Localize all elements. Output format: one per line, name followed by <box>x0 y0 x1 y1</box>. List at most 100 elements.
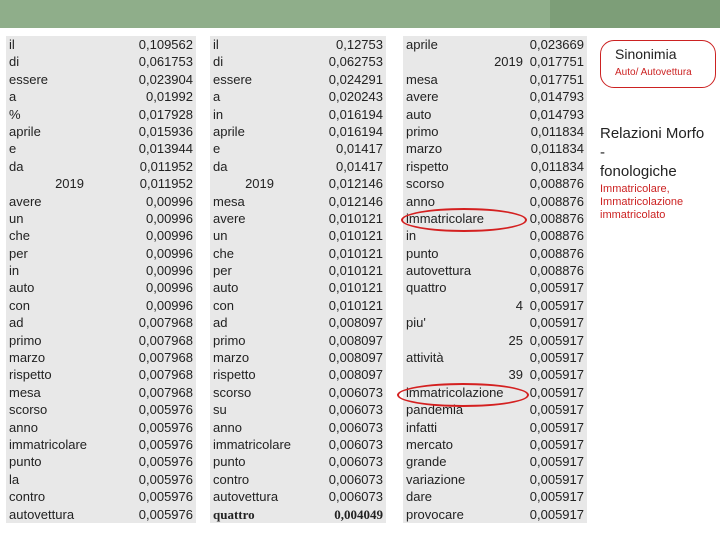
highlight-oval-immatricolare <box>401 208 527 232</box>
word-cell: anno <box>9 419 38 435</box>
value-cell: 0,00996 <box>146 228 193 244</box>
value-cell: 0,013944 <box>138 141 193 157</box>
word-cell: e <box>213 141 221 157</box>
table-row: primo 0,008097 <box>210 332 386 349</box>
table-row: da 0,01417 <box>210 158 386 175</box>
word-cell: punto <box>406 245 439 261</box>
table-row: essere 0,023904 <box>6 71 196 88</box>
word-cell: in <box>213 106 224 122</box>
value-cell: 0,005917 <box>529 332 584 348</box>
value-cell: 0,061753 <box>138 54 193 70</box>
value-cell: 0,020243 <box>328 89 383 105</box>
word-cell: da <box>9 158 24 174</box>
word-cell: a <box>213 89 221 105</box>
value-cell: 0,005976 <box>138 419 193 435</box>
table-row: che 0,00996 <box>6 227 196 244</box>
value-cell: 0,008876 <box>529 263 584 279</box>
word-cell: primo <box>406 123 439 139</box>
word-cell: auto <box>9 280 35 296</box>
value-cell: 0,017751 <box>529 54 584 70</box>
value-cell: 0,011952 <box>139 176 193 192</box>
table-row: da 0,011952 <box>6 158 196 175</box>
table-row: per 0,010121 <box>210 262 386 279</box>
value-cell: 0,008876 <box>529 176 584 192</box>
value-cell: 0,005976 <box>138 489 193 505</box>
word-cell: grande <box>406 454 447 470</box>
word-cell: immatricolare <box>213 436 292 452</box>
value-cell: 0,014793 <box>529 106 584 122</box>
table-row: la 0,005976 <box>6 471 196 488</box>
word-cell: quattro <box>213 506 255 522</box>
value-cell: 0,00996 <box>146 210 193 226</box>
table-row: immatricolare 0,005976 <box>6 436 196 453</box>
value-cell: 0,008876 <box>529 245 584 261</box>
word-cell: autovettura <box>9 506 75 522</box>
table-row: mesa 0,007968 <box>6 384 196 401</box>
table-row: % 0,017928 <box>6 106 196 123</box>
word-cell: di <box>9 54 20 70</box>
value-cell: 0,007968 <box>138 367 193 383</box>
table-row: mesa 0,012146 <box>210 193 386 210</box>
table-row: immatricolare 0,006073 <box>210 436 386 453</box>
value-cell: 0,008097 <box>328 315 383 331</box>
value-cell: 0,005976 <box>138 506 193 522</box>
word-cell: a <box>9 89 17 105</box>
word-cell: mesa <box>213 193 245 209</box>
value-cell: 0,005976 <box>138 454 193 470</box>
word-cell: rispetto <box>213 367 256 383</box>
table-row: rispetto 0,007968 <box>6 366 196 383</box>
value-cell: 0,00996 <box>146 193 193 209</box>
word-cell: dare <box>406 489 433 505</box>
word-cell: rispetto <box>406 158 449 174</box>
word-cell: con <box>213 297 234 313</box>
table-row: in 0,016194 <box>210 106 386 123</box>
word-cell: 2019 <box>55 176 84 192</box>
word-cell: aprile <box>406 37 438 52</box>
word-cell: autovettura <box>213 489 279 505</box>
value-cell: 0,00996 <box>146 245 193 261</box>
word-cell: la <box>9 471 20 487</box>
header-bar-cap <box>550 0 720 28</box>
word-cell: con <box>9 297 30 313</box>
word-cell: quattro <box>406 280 447 296</box>
word-cell: contro <box>9 489 46 505</box>
word-cell: primo <box>9 332 42 348</box>
word-cell: che <box>213 245 234 261</box>
frequency-table-3: aprile 0,023669 2019 0,017751 mesa 0,017751 av… <box>403 36 587 523</box>
table-row: 2019 0,011952 <box>6 175 196 192</box>
relazioni-item: Immatricolazione <box>600 196 684 208</box>
value-cell: 0,006073 <box>328 402 383 418</box>
value-cell: 0,011952 <box>139 158 193 174</box>
table-row: con 0,00996 <box>6 297 196 314</box>
table-row: e 0,013944 <box>6 140 196 157</box>
word-cell: scorso <box>213 384 252 400</box>
table-row: contro 0,005976 <box>6 488 196 505</box>
word-cell: avere <box>406 89 439 105</box>
table-row: 2019 0,012146 <box>210 175 386 192</box>
table-row: auto 0,014793 <box>403 106 587 123</box>
value-cell: 0,017751 <box>529 71 584 87</box>
relazioni-heading: Relazioni Morfo - fonologiche <box>600 124 704 181</box>
table-row: 4 0,005917 <box>403 297 587 314</box>
value-cell: 0,008097 <box>328 350 383 366</box>
number-cell: 4 <box>515 297 523 313</box>
word-cell: immatricolare <box>9 436 88 452</box>
word-cell: il <box>9 37 15 52</box>
value-cell: 0,012146 <box>328 176 383 192</box>
word-cell: auto <box>406 106 432 122</box>
highlight-oval-immatricolazione <box>397 383 529 407</box>
word-cell: su <box>213 402 227 418</box>
table-row: mesa 0,017751 <box>403 71 587 88</box>
table-row: un 0,010121 <box>210 227 386 244</box>
table-row: marzo 0,011834 <box>403 140 587 157</box>
value-cell: 0,005917 <box>529 454 584 470</box>
table-row: autovettura 0,006073 <box>210 488 386 505</box>
table-row: autovettura 0,008876 <box>403 262 587 279</box>
word-cell: avere <box>213 210 246 226</box>
table-row: 25 0,005917 <box>403 332 587 349</box>
word-cell: e <box>9 141 17 157</box>
table-row: il 0,12753 <box>210 36 386 53</box>
table-row: auto 0,00996 <box>6 279 196 296</box>
sinonimia-title: Sinonimia <box>615 46 677 62</box>
value-cell: 0,011834 <box>530 158 584 174</box>
